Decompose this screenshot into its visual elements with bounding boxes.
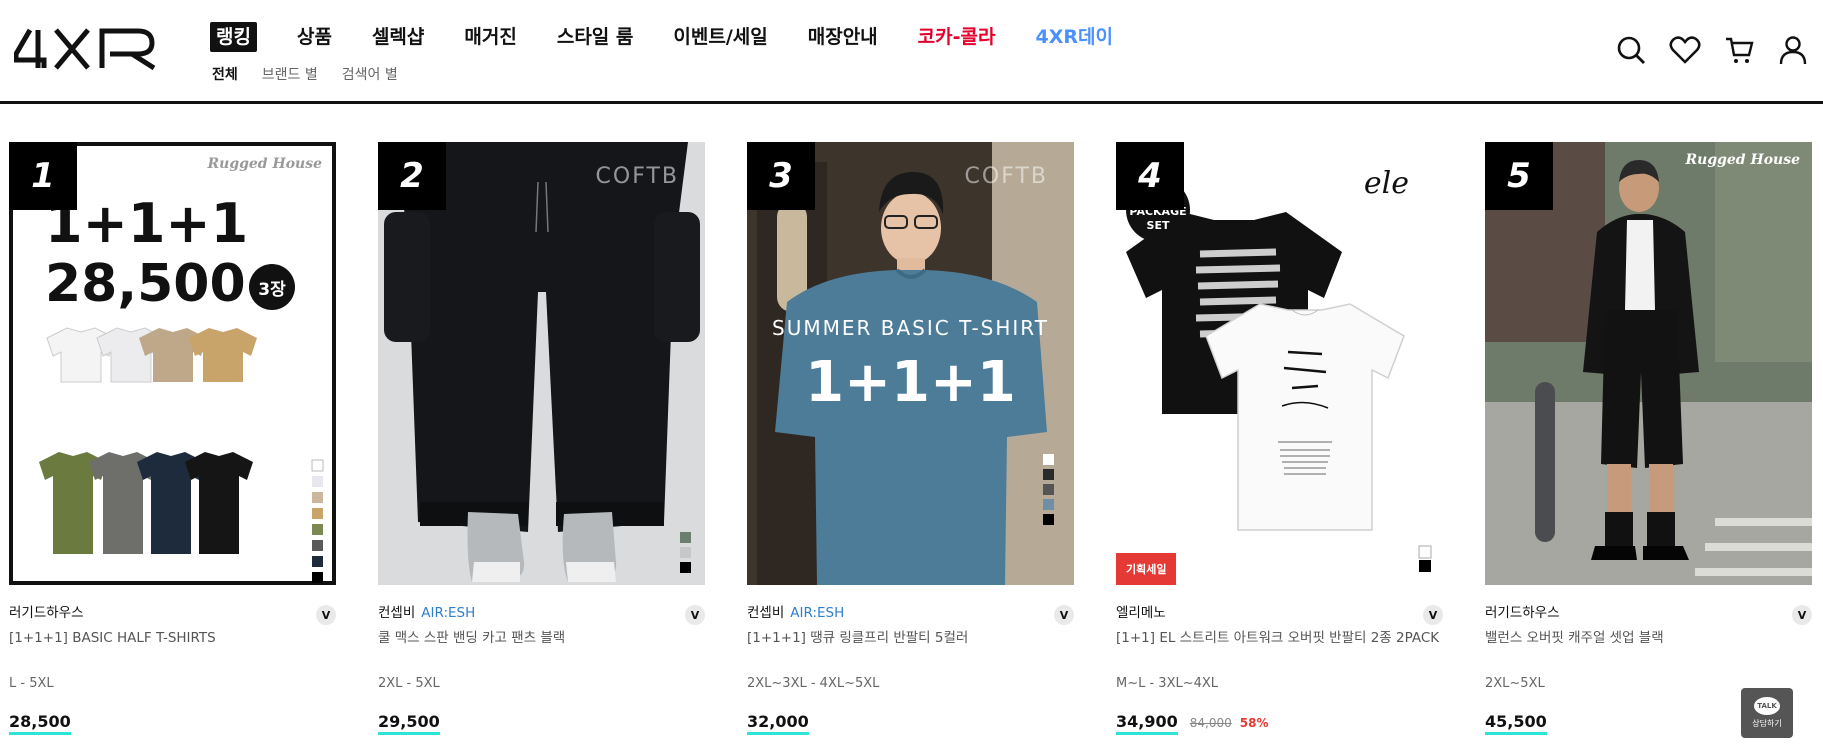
product-image[interactable]: 3 COFTB SUMMER BASIC T-SHIRT 1+1+1 xyxy=(747,142,1074,585)
quick-view-button[interactable]: V xyxy=(685,605,705,625)
product-price: 32,000 xyxy=(747,712,809,735)
product-card[interactable]: 4 PACKAGE SET ele 기획세일 엘리메노 V [1+1] EL 스… xyxy=(1116,142,1443,735)
user-icon[interactable] xyxy=(1777,34,1809,66)
search-icon[interactable] xyxy=(1615,34,1647,66)
quick-view-button[interactable]: V xyxy=(316,605,336,625)
nav-event-sale[interactable]: 이벤트/세일 xyxy=(673,22,767,52)
product-card[interactable]: 3 COFTB SUMMER BASIC T-SHIRT 1+1+1 컨셉비 AI… xyxy=(747,142,1074,735)
discount-rate: 58% xyxy=(1239,716,1269,730)
product-card[interactable]: 5 Rugged House 러기드하우스 V 밸런스 오버핏 캐주얼 셋업 블… xyxy=(1485,142,1812,735)
product-price: 28,500 xyxy=(9,712,71,735)
image-watermark: COFTB xyxy=(595,164,679,189)
product-brand[interactable]: 러기드하우스 xyxy=(1485,605,1560,621)
rank-badge: 1 xyxy=(9,142,77,210)
rank-badge: 5 xyxy=(1485,142,1553,210)
product-name[interactable]: 밸런스 오버핏 캐주얼 셋업 블랙 xyxy=(1485,629,1812,667)
product-image[interactable]: 1 Rugged House 1+1+1 28,500 3장 xyxy=(9,142,336,585)
product-brand[interactable]: 컨셉비 xyxy=(747,605,784,621)
product-image[interactable]: 5 Rugged House xyxy=(1485,142,1812,585)
product-meta: 러기드하우스 V [1+1+1] BASIC HALF T-SHIRTS L -… xyxy=(9,603,336,735)
nav-coca-cola[interactable]: 코카-콜라 xyxy=(918,22,996,52)
site-header: 랭킹 상품 셀렉샵 매거진 스타일 룸 이벤트/세일 매장안내 코카-콜라 4X… xyxy=(0,0,1823,104)
nav-magazine[interactable]: 매거진 xyxy=(464,22,516,52)
image-title-text: SUMMER BASIC T-SHIRT xyxy=(772,316,1049,340)
product-price: 29,500 xyxy=(378,712,440,735)
product-brand[interactable]: 컨셉비 xyxy=(378,605,415,621)
original-price: 84,000 xyxy=(1189,716,1232,730)
product-name[interactable]: [1+1] EL 스트리트 아트워크 오버핏 반팔티 2종 2PACK xyxy=(1116,629,1443,667)
nav-products[interactable]: 상품 xyxy=(297,22,332,52)
ranking-subnav: 전체 브랜드 별 검색어 별 xyxy=(212,64,422,84)
image-watermark: COFTB xyxy=(964,164,1048,189)
image-price-text: 28,500 xyxy=(45,254,246,314)
product-image[interactable]: 4 PACKAGE SET ele 기획세일 xyxy=(1116,142,1443,585)
cart-icon[interactable] xyxy=(1723,34,1755,66)
product-card[interactable]: 1 Rugged House 1+1+1 28,500 3장 러기드하우스 V … xyxy=(9,142,336,735)
nav-store-info[interactable]: 매장안내 xyxy=(808,22,878,52)
rank-badge: 2 xyxy=(378,142,446,210)
subnav-by-brand[interactable]: 브랜드 별 xyxy=(262,64,318,84)
image-brand-text: Rugged House xyxy=(207,156,323,172)
image-promo-text: 1+1+1 xyxy=(805,350,1016,415)
chat-consult-button[interactable]: TALK 상담하기 xyxy=(1741,688,1793,738)
product-meta: 엘리메노 V [1+1] EL 스트리트 아트워크 오버핏 반팔티 2종 2PA… xyxy=(1116,603,1443,735)
product-image[interactable]: 2 COFTB xyxy=(378,142,705,585)
nav-4xr-day[interactable]: 4XR데이 xyxy=(1035,22,1112,52)
image-brand-mark: ele xyxy=(1363,166,1409,201)
product-sizes: L - 5XL xyxy=(9,676,54,691)
rank-badge: 4 xyxy=(1116,142,1184,210)
talk-icon: TALK xyxy=(1754,697,1780,715)
quick-view-button[interactable]: V xyxy=(1792,605,1812,625)
sale-badge: 기획세일 xyxy=(1116,553,1177,585)
quick-view-button[interactable]: V xyxy=(1054,605,1074,625)
brand-logo[interactable] xyxy=(13,28,158,71)
quick-view-button[interactable]: V xyxy=(1423,605,1443,625)
product-price: 34,900 xyxy=(1116,712,1178,735)
image-count-badge: 3장 xyxy=(249,264,295,310)
product-name[interactable]: 쿨 맥스 스판 밴딩 카고 팬츠 블랙 xyxy=(378,629,705,667)
product-sizes: 2XL~3XL - 4XL~5XL xyxy=(747,676,880,691)
ranking-product-grid: 1 Rugged House 1+1+1 28,500 3장 러기드하우스 V … xyxy=(9,142,1815,746)
nav-style-room[interactable]: 스타일 룸 xyxy=(557,22,634,52)
talk-label: 상담하기 xyxy=(1752,719,1782,728)
product-card[interactable]: 2 COFTB 컨셉비 AIR:ESH V 쿨 맥스 스판 밴딩 카고 팬츠 블랙… xyxy=(378,142,705,735)
product-meta: 컨셉비 AIR:ESH V 쿨 맥스 스판 밴딩 카고 팬츠 블랙 2XL - 5… xyxy=(378,603,705,735)
rank-badge: 3 xyxy=(747,142,815,210)
product-sub-brand[interactable]: AIR:ESH xyxy=(421,605,475,621)
product-meta: 컨셉비 AIR:ESH V [1+1+1] 땡큐 링클프리 반팔티 5컬러 2XL… xyxy=(747,603,1074,735)
product-price: 45,500 xyxy=(1485,712,1547,735)
header-actions xyxy=(1593,34,1809,66)
image-brand-text: Rugged House xyxy=(1685,152,1801,168)
product-sizes: M~L - 3XL~4XL xyxy=(1116,676,1219,691)
product-brand[interactable]: 엘리메노 xyxy=(1116,605,1166,621)
product-sizes: 2XL - 5XL xyxy=(378,676,440,691)
heart-icon[interactable] xyxy=(1669,34,1701,66)
nav-ranking[interactable]: 랭킹 xyxy=(210,22,257,52)
product-name[interactable]: [1+1+1] BASIC HALF T-SHIRTS xyxy=(9,629,336,667)
product-sub-brand[interactable]: AIR:ESH xyxy=(790,605,844,621)
product-name[interactable]: [1+1+1] 땡큐 링클프리 반팔티 5컬러 xyxy=(747,629,1074,667)
product-brand[interactable]: 러기드하우스 xyxy=(9,605,84,621)
subnav-all[interactable]: 전체 xyxy=(212,64,238,84)
subnav-by-keyword[interactable]: 검색어 별 xyxy=(342,64,398,84)
nav-select-shop[interactable]: 셀렉샵 xyxy=(372,22,424,52)
main-nav: 랭킹 상품 셀렉샵 매거진 스타일 룸 이벤트/세일 매장안내 코카-콜라 4X… xyxy=(210,22,1153,52)
